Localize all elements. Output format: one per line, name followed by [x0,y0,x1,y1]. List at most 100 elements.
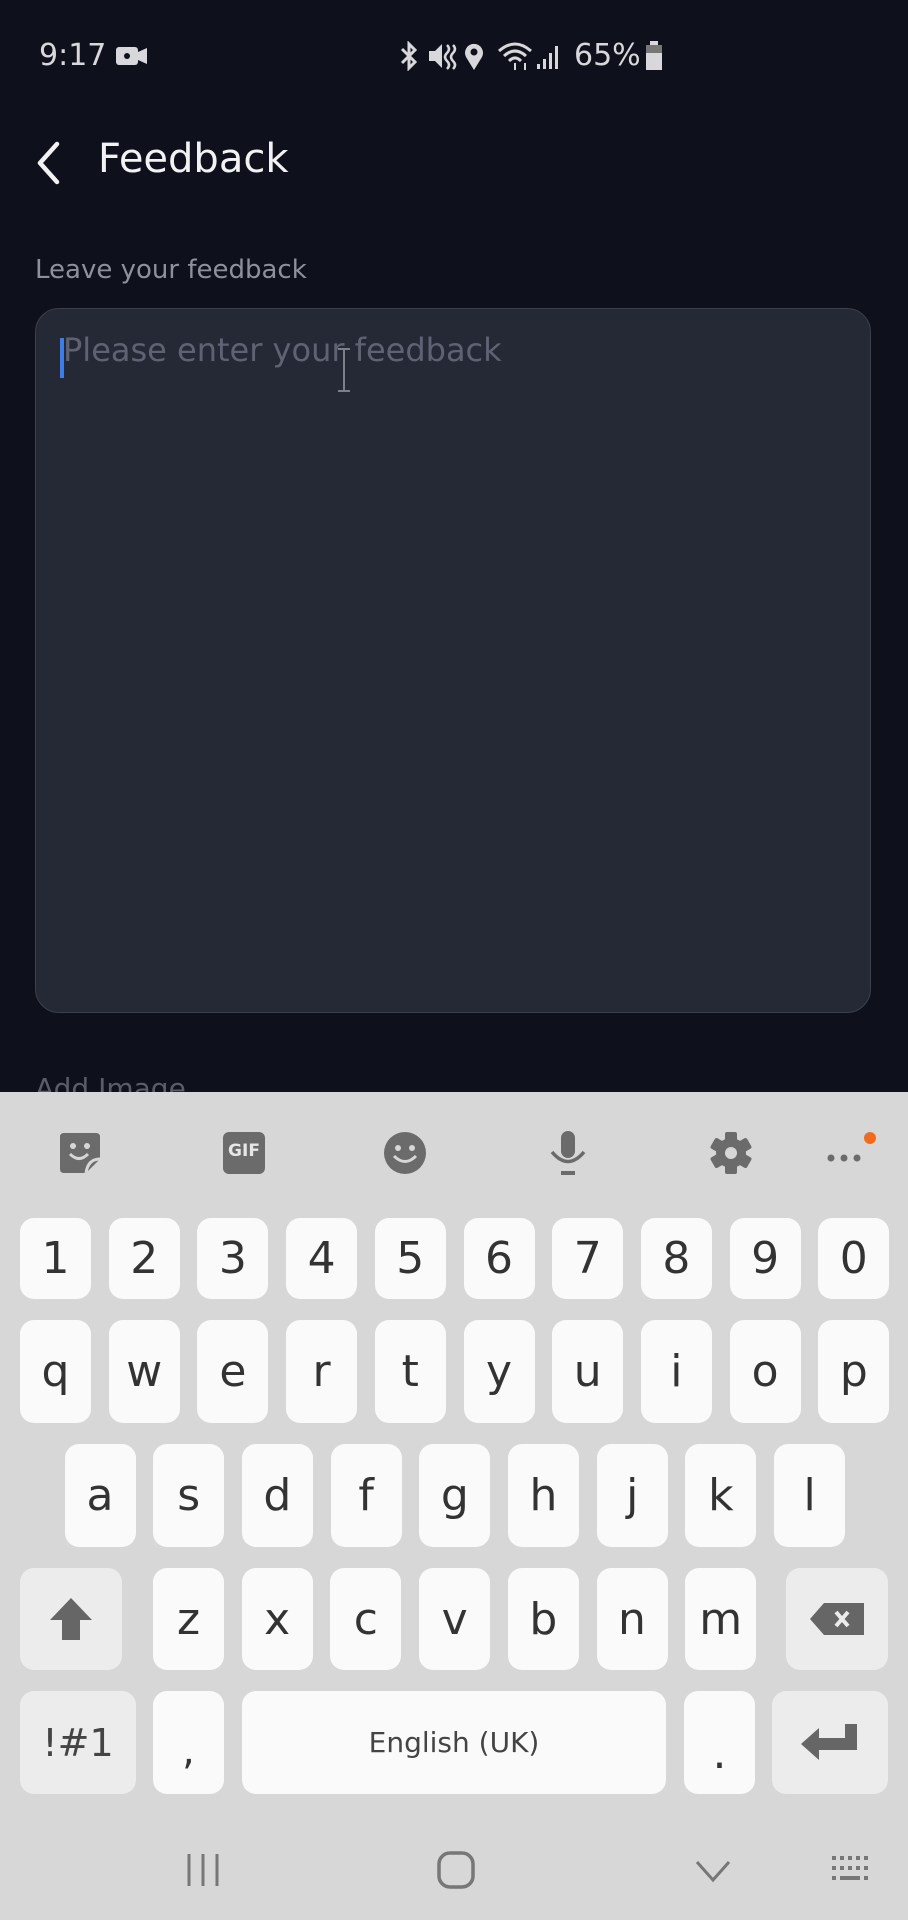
key-t[interactable]: t [374,1320,446,1423]
key-f[interactable]: f [330,1444,402,1547]
key-label: 2 [130,1233,159,1284]
key-label: o [751,1346,779,1397]
key-8[interactable]: 8 [640,1218,712,1299]
key-k[interactable]: k [685,1444,757,1547]
space-key-label: English (UK) [368,1726,540,1759]
key-label: 4 [307,1233,336,1284]
key-label: j [626,1470,639,1521]
more-options-button[interactable] [825,1131,876,1175]
symbols-key[interactable]: !#1 [20,1691,136,1794]
key-label: y [485,1346,513,1397]
key-j[interactable]: j [596,1444,668,1547]
key-x[interactable]: x [241,1568,313,1670]
emoji-icon [384,1132,426,1174]
key-o[interactable]: o [729,1320,801,1423]
key-h[interactable]: h [508,1444,579,1547]
key-9[interactable]: 9 [729,1218,801,1299]
key-i[interactable]: i [640,1320,712,1423]
key-label: n [618,1593,646,1645]
on-screen-keyboard: GIF 1 2 3 4 5 6 7 8 9 0 q w e r t y u i o p a s d f g h j k l z x c v b n m [0,1092,908,1920]
feedback-textarea[interactable]: Please enter your feedback [35,308,871,1013]
gif-label: GIF [228,1141,260,1161]
backspace-key[interactable] [786,1568,888,1670]
location-icon [465,43,483,70]
key-label: a [86,1470,114,1521]
key-label: d [263,1470,292,1521]
key-w[interactable]: w [108,1320,180,1423]
key-2[interactable]: 2 [108,1218,180,1299]
battery-icon [646,41,662,70]
key-label: 8 [662,1233,691,1284]
space-key[interactable]: English (UK) [242,1691,666,1794]
key-label: s [177,1470,201,1521]
key-5[interactable]: 5 [374,1218,446,1299]
key-label: v [441,1593,468,1645]
key-0[interactable]: 0 [818,1218,890,1299]
text-cursor-ibeam-icon [338,348,350,392]
key-s[interactable]: s [153,1444,225,1547]
key-label: m [699,1593,743,1645]
key-l[interactable]: l [774,1444,846,1547]
status-time: 9:17 [39,38,107,73]
period-key[interactable]: . [684,1691,755,1794]
wifi-icon [498,42,532,70]
keyboard-settings-button[interactable] [709,1131,753,1175]
key-z[interactable]: z [153,1568,224,1670]
settings-icon [710,1132,752,1174]
key-label: 6 [485,1233,513,1284]
key-label: 5 [396,1233,425,1284]
mute-icon [429,44,457,70]
key-label: 1 [41,1233,70,1284]
back-icon[interactable] [693,1850,733,1890]
comma-key-label: , [182,1727,195,1774]
key-label: l [803,1470,816,1521]
key-b[interactable]: b [507,1568,579,1670]
back-button[interactable] [30,138,70,188]
microphone-icon [550,1131,586,1175]
key-v[interactable]: v [419,1568,491,1670]
key-p[interactable]: p [818,1320,890,1423]
key-m[interactable]: m [685,1568,757,1670]
chevron-left-icon [37,141,60,185]
key-g[interactable]: g [419,1444,491,1547]
key-4[interactable]: 4 [286,1218,358,1299]
gif-button[interactable]: GIF [222,1131,266,1175]
key-label: r [312,1346,331,1397]
key-label: g [440,1470,469,1521]
bluetooth-icon [400,41,418,71]
sticker-button[interactable] [58,1131,102,1175]
shift-key[interactable] [20,1568,122,1670]
key-u[interactable]: u [552,1320,624,1423]
enter-key[interactable] [772,1691,888,1794]
key-y[interactable]: y [463,1320,535,1423]
page-title: Feedback [98,136,289,182]
voice-input-button[interactable] [546,1131,590,1175]
keyboard-switch-icon[interactable] [830,1850,874,1890]
key-label: x [264,1593,291,1645]
battery-percentage: 65% [574,38,641,73]
key-a[interactable]: a [64,1444,136,1547]
symbols-key-label: !#1 [42,1720,114,1765]
key-label: k [708,1470,734,1521]
key-label: 0 [839,1233,868,1284]
key-n[interactable]: n [596,1568,668,1670]
enter-icon [801,1723,857,1760]
comma-key[interactable]: , [153,1691,224,1794]
key-label: 9 [751,1233,780,1284]
key-e[interactable]: e [197,1320,269,1423]
key-6[interactable]: 6 [463,1218,535,1299]
key-q[interactable]: q [20,1320,91,1423]
key-7[interactable]: 7 [552,1218,624,1299]
key-d[interactable]: d [241,1444,313,1547]
key-label: w [126,1346,163,1397]
key-r[interactable]: r [286,1320,358,1423]
more-icon [827,1132,876,1162]
recent-apps-icon[interactable] [185,1850,221,1890]
home-icon[interactable] [436,1850,476,1890]
key-label: p [839,1346,868,1397]
key-label: c [353,1593,378,1645]
emoji-button[interactable] [383,1131,427,1175]
key-1[interactable]: 1 [20,1218,91,1299]
key-c[interactable]: c [330,1568,402,1670]
key-3[interactable]: 3 [197,1218,269,1299]
